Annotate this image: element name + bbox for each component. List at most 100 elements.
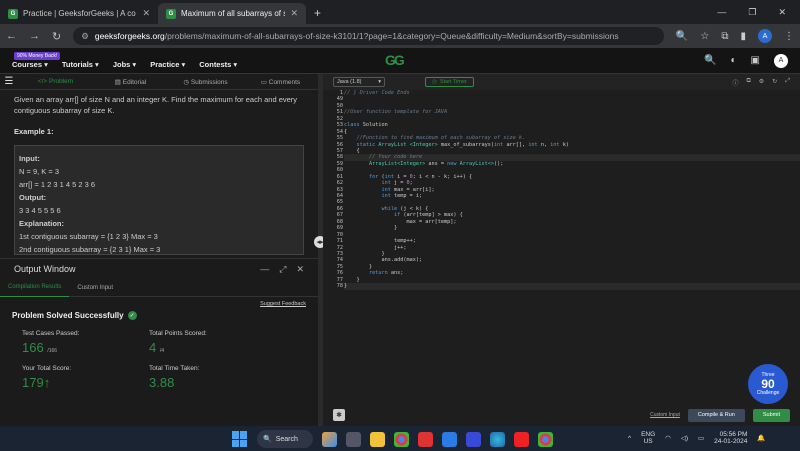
example-line: Output: [19, 193, 47, 202]
browser-tab-maximum-subarrays[interactable]: G Maximum of all subarrays of siz ✕ [158, 3, 306, 24]
close-window-button[interactable]: ✕ [778, 7, 786, 18]
custom-input-link[interactable]: Custom Input [650, 412, 680, 418]
gfg-logo[interactable]: GG [385, 52, 405, 68]
fullscreen-icon[interactable]: ⤢ [785, 78, 790, 87]
challenge-badge[interactable]: Three 90 Challenge [748, 364, 788, 404]
output-tabs: Compilation Results Custom Input [0, 279, 318, 297]
site-header-actions: 🔍 ◐ ▣ A [704, 53, 788, 68]
timer-icon: ◷ [432, 79, 437, 85]
tab-comments[interactable]: ▭ Comments [243, 78, 318, 86]
stat-points: Total Points Scored: 4 /4 [149, 330, 276, 355]
close-tab-icon[interactable]: ✕ [142, 8, 150, 19]
extensions-icon[interactable]: ⧉ [721, 31, 728, 42]
edge-icon[interactable] [490, 431, 505, 447]
profile-avatar[interactable]: A [758, 29, 772, 43]
tray-expand-icon[interactable]: ^ [628, 435, 631, 442]
example-heading: Example 1: [14, 127, 54, 136]
settings-icon[interactable]: ⚙ [759, 78, 764, 87]
result-stats: Test Cases Passed: 166 /166 Total Points… [0, 324, 318, 396]
site-profile-avatar[interactable]: A [774, 53, 788, 68]
back-arrow-icon[interactable]: ← [6, 30, 17, 42]
app-icon[interactable] [418, 431, 433, 447]
tab-editorial[interactable]: ▤ Editorial [93, 78, 168, 86]
code-lines[interactable]: // } Driver Code Ends //User function te… [344, 90, 800, 398]
code-line[interactable]: } [344, 283, 800, 290]
notifications-icon[interactable]: ▣ [751, 55, 760, 66]
taskbar-search[interactable]: 🔍 Search [257, 430, 313, 448]
vscode-icon[interactable] [466, 431, 481, 447]
menu-jobs[interactable]: Jobs ▾ [113, 60, 136, 69]
taskbar-apps: 🔍 Search [232, 430, 553, 448]
url-path: /problems/maximum-of-all-subarrays-of-si… [164, 31, 619, 41]
menu-tutorials[interactable]: Tutorials ▾ [62, 60, 99, 69]
tab-problem[interactable]: </> Problem [18, 78, 93, 85]
stat-label: Test Cases Passed: [22, 330, 80, 337]
language-indicator[interactable]: ENG US [641, 431, 655, 445]
submit-button[interactable]: Submit [752, 408, 790, 422]
task-view-icon[interactable] [346, 431, 361, 447]
copy-icon[interactable]: ⧉ [746, 78, 750, 87]
store-icon[interactable] [442, 431, 457, 447]
notification-bell-icon[interactable]: 🔔 [757, 434, 765, 442]
chrome-profile-icon[interactable] [538, 431, 553, 447]
compile-run-button[interactable]: Compile & Run [687, 408, 745, 422]
challenge-bottom: Challenge [756, 390, 780, 396]
stat-value: 4 /4 [149, 340, 165, 355]
example-line: 1st contiguous subarray = {1 2 3} Max = … [19, 232, 158, 241]
language-select[interactable]: Java (1.8) ▾ [333, 77, 385, 87]
stat-label: Total Time Taken: [149, 365, 200, 372]
tab-title: Practice | GeeksforGeeks | A co [23, 9, 136, 18]
theme-toggle-icon[interactable]: ◐ [731, 55, 737, 66]
clock[interactable]: 05:56 PM 24-01-2024 [714, 431, 747, 445]
browser-menu-icon[interactable]: ⋮ [784, 31, 794, 42]
bug-icon[interactable]: ✱ [333, 409, 345, 421]
line-numbers: 1 49 50 51 52 53 54 55 56 57 58 59 60 61 62 63 64 65 66 67 6… [323, 90, 343, 398]
problem-tabs: ☰ </> Problem ▤ Editorial ◷ Submissions … [0, 74, 318, 90]
close-tab-icon[interactable]: ✕ [290, 8, 298, 19]
tab-custom-input[interactable]: Custom Input [69, 279, 121, 297]
copilot-icon[interactable] [322, 431, 337, 447]
browser-tab-practice[interactable]: G Practice | GeeksforGeeks | A co ✕ [0, 3, 158, 24]
zoom-icon[interactable]: 🔍 [676, 31, 688, 42]
output-window-header: Output Window — ⤢ ✕ [0, 259, 318, 279]
code-area[interactable]: 1 49 50 51 52 53 54 55 56 57 58 59 60 61 62 63 64 65 66 67 6… [323, 90, 800, 398]
windows-start-icon[interactable] [232, 431, 248, 447]
tab-submissions[interactable]: ◷ Submissions [168, 78, 243, 86]
maximize-button[interactable]: ❐ [748, 7, 756, 18]
search-icon[interactable]: 🔍 [704, 55, 716, 66]
volume-icon[interactable]: ◁) [681, 434, 688, 442]
line-number: 78 [336, 283, 343, 290]
expand-output-button[interactable]: ⤢ [279, 264, 286, 275]
battery-icon[interactable]: ▭ [698, 434, 704, 442]
stat-value: 166 /166 [22, 340, 58, 355]
address-bar-row: ← → ↻ ⚙ geeksforgeeks.org/problems/maxim… [0, 24, 800, 48]
minimize-button[interactable]: — [717, 7, 726, 18]
sidebar-icon[interactable]: ▮ [740, 31, 746, 42]
challenge-number: 90 [761, 377, 775, 391]
stat-label: Total Points Scored: [149, 330, 207, 337]
bookmark-star-icon[interactable]: ☆ [700, 31, 709, 42]
forward-arrow-icon[interactable]: → [29, 30, 40, 42]
gfg-favicon-icon: G [166, 8, 176, 19]
info-icon[interactable]: ⓘ [732, 78, 738, 87]
tab-compilation-results[interactable]: Compilation Results [0, 279, 70, 297]
file-explorer-icon[interactable] [370, 431, 385, 447]
menu-courses[interactable]: Courses ▾ [12, 60, 48, 69]
chrome-icon[interactable] [394, 431, 409, 447]
menu-practice[interactable]: Practice ▾ [150, 60, 185, 69]
close-output-button[interactable]: ✕ [296, 264, 304, 275]
wifi-icon[interactable]: ◠ [665, 434, 671, 442]
url-input[interactable]: ⚙ geeksforgeeks.org/problems/maximum-of-… [73, 27, 664, 45]
reset-icon[interactable]: ↻ [772, 78, 777, 87]
hamburger-menu-icon[interactable]: ☰ [0, 76, 18, 87]
example-line: N = 9, K = 3 [19, 167, 60, 176]
menu-contests[interactable]: Contests ▾ [199, 60, 237, 69]
suggest-feedback-link[interactable]: Suggest Feedback [0, 297, 318, 307]
minimize-output-button[interactable]: — [260, 264, 269, 275]
site-info-icon[interactable]: ⚙ [81, 31, 89, 42]
reload-icon[interactable]: ↻ [52, 30, 61, 43]
start-timer-button[interactable]: ◷ Start Timer [425, 77, 474, 87]
youtube-icon[interactable] [514, 431, 529, 447]
stat-label: Your Total Score: [22, 365, 72, 372]
new-tab-button[interactable]: + [306, 6, 329, 24]
